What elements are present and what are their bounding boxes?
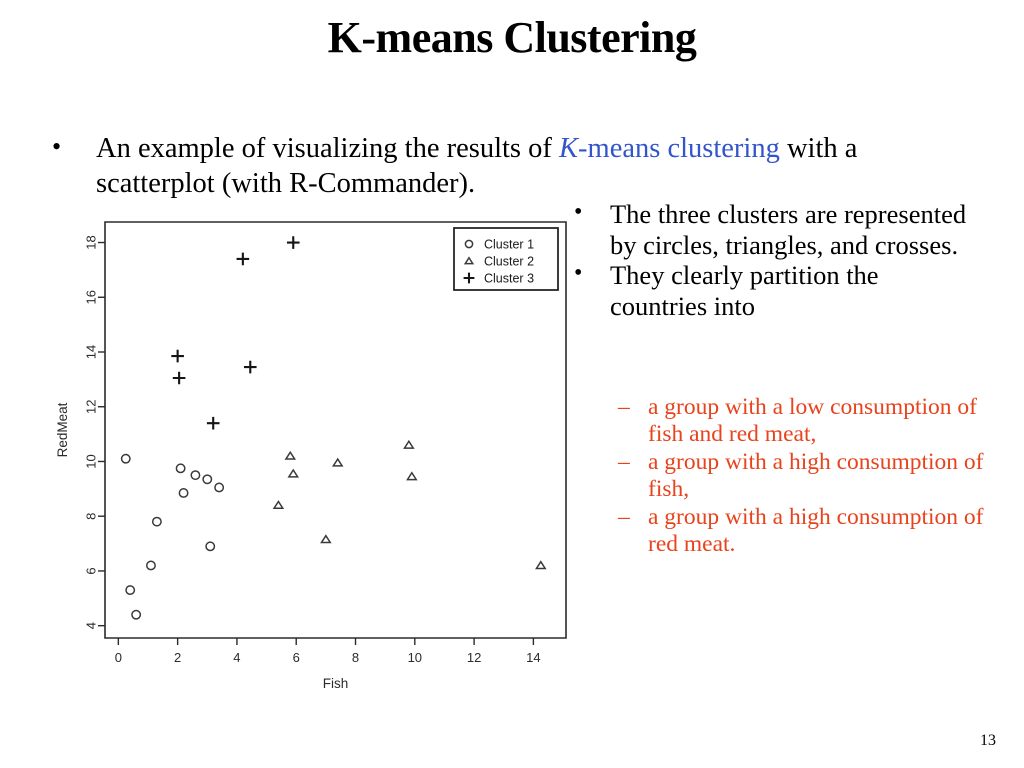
x-tick-label-2: 2 [174, 650, 181, 665]
x-axis-title: Fish [323, 676, 349, 691]
legend-label-2: Cluster 2 [484, 255, 534, 269]
point-3-1 [171, 349, 184, 363]
y-tick-label-16: 16 [84, 290, 99, 304]
series-cluster-1 [120, 453, 225, 620]
right-bullet-text: The three clusters are represented by ci… [610, 199, 967, 260]
kmeans-scatterplot: 0 2 4 6 8 10 12 14 4 6 8 10 12 14 16 18 Fish RedMeat Clust… [55, 212, 585, 692]
dash-marker: – [618, 448, 630, 475]
point-1-10 [205, 541, 216, 552]
page-title: K-means Clustering [327, 13, 697, 62]
sub-bullet-text: a group with a high consumption of red m… [648, 503, 984, 557]
y-tick-label-14: 14 [84, 345, 99, 359]
dash-marker: – [618, 394, 630, 420]
point-3-6 [286, 236, 300, 249]
point-2-8 [535, 560, 547, 570]
dash-marker: – [618, 503, 630, 530]
point-3-2 [172, 371, 186, 385]
x-tick-label-4: 4 [233, 650, 240, 665]
sub-bullet-item-0: – a group with a low consumption of fish… [618, 394, 988, 449]
right-bullet-item-1: • They clearly partition the countries i… [572, 260, 982, 321]
kmeans-italic-k: K [559, 133, 579, 164]
point-1-6 [175, 463, 186, 474]
point-3-3 [206, 416, 220, 430]
x-tick-label-12: 12 [467, 650, 481, 665]
point-1-5 [151, 516, 162, 527]
kmeans-highlight: K-means clustering [559, 133, 780, 164]
sub-bullet-list: – a group with a low consumption of fish… [618, 394, 988, 558]
kmeans-highlight-rest: -means clustering [578, 133, 780, 164]
legend-label-3: Cluster 3 [484, 272, 534, 286]
scatterplot-svg: 0 2 4 6 8 10 12 14 4 6 8 10 12 14 16 18 Fish RedMeat Clust… [55, 221, 567, 691]
y-tick-label-6: 6 [84, 567, 99, 574]
point-2-7 [406, 471, 418, 481]
point-2-4 [320, 534, 332, 544]
sub-bullet-item-1: – a group with a high consumption of fis… [618, 449, 988, 504]
series-cluster-2 [272, 439, 547, 570]
point-1-8 [190, 470, 201, 481]
series-cluster-3 [171, 236, 300, 430]
point-1-7 [178, 487, 189, 498]
x-tick-label-10: 10 [408, 650, 422, 665]
y-tick-label-12: 12 [84, 400, 99, 414]
point-2-6 [403, 439, 415, 449]
main-bullet-text-before: An example of visualizing the results of [96, 133, 560, 164]
y-axis-title: RedMeat [55, 402, 70, 457]
sub-bullet-item-2: – a group with a high consumption of red… [618, 504, 988, 559]
bullet-marker: • [52, 132, 62, 161]
x-tick-label-6: 6 [293, 650, 300, 665]
point-1-11 [214, 482, 225, 493]
y-tick-label-4: 4 [84, 622, 99, 629]
main-bullet-text: An example of visualizing the results of… [96, 131, 932, 201]
right-bullet-item-0: • The three clusters are represented by … [572, 199, 982, 260]
point-1-3 [131, 609, 142, 620]
right-bullet-text: They clearly partition the countries int… [610, 260, 879, 321]
point-2-1 [272, 500, 285, 510]
legend-label-1: Cluster 1 [484, 238, 534, 252]
point-3-4 [243, 360, 257, 374]
right-bullet-list: • The three clusters are represented by … [572, 199, 982, 321]
point-3-5 [236, 252, 250, 266]
main-bullet: • An example of visualizing the results … [52, 131, 932, 201]
x-tick-label-0: 0 [115, 650, 122, 665]
x-tick-label-8: 8 [352, 650, 359, 665]
y-tick-label-10: 10 [84, 454, 99, 468]
y-tick-label-18: 18 [84, 235, 99, 249]
page-number: 13 [980, 732, 996, 749]
chart-legend: Cluster 1 Cluster 2 Cluster 3 [453, 227, 559, 291]
sub-bullet-text: a group with a high consumption of fish, [648, 448, 984, 503]
point-2-2 [284, 450, 297, 460]
point-1-9 [202, 474, 213, 485]
y-tick-label-8: 8 [84, 513, 99, 520]
sub-bullet-text: a group with a low consumption of fish a… [648, 394, 977, 448]
point-1-2 [125, 585, 136, 596]
point-1-1 [120, 453, 131, 464]
point-2-3 [287, 468, 300, 478]
point-1-4 [146, 560, 156, 571]
x-tick-label-14: 14 [526, 650, 540, 665]
point-2-5 [331, 457, 344, 467]
